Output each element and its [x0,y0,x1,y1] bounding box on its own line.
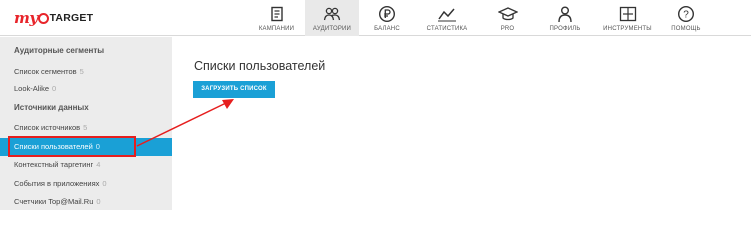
sidebar-item-label: Счетчики Top@Mail.Ru [14,197,94,206]
annotation-highlight-box [8,136,136,157]
top-bar: my TARGET КАМПАНИИ АУДИТОРИИ БАЛАНС СТАТ… [0,0,751,36]
sidebar-item-label: Контекстный таргетинг [14,160,94,169]
nav-label: ПОМОЩЬ [671,26,701,32]
nav-audiences[interactable]: АУДИТОРИИ [305,0,359,36]
nav-help[interactable]: ? ПОМОЩЬ [661,0,711,36]
sidebar-item-app-events[interactable]: События в приложениях 0 [14,179,107,188]
nav-balance[interactable]: БАЛАНС [359,0,415,36]
statistics-icon [437,5,457,23]
sidebar: Аудиторные сегменты Список сегментов 5 Lo… [0,37,172,210]
nav-pro[interactable]: PRO [479,0,536,36]
mytarget-logo[interactable]: my TARGET [14,9,93,27]
svg-text:?: ? [683,10,689,21]
page-title: Списки пользователей [194,59,326,73]
nav-campaigns[interactable]: КАМПАНИИ [248,0,305,36]
sidebar-item-count: 4 [96,160,101,169]
sidebar-section-data-sources: Источники данных [14,103,89,112]
nav-label: КАМПАНИИ [258,26,295,32]
nav-label: БАЛАНС [374,26,400,32]
sidebar-item-count: 0 [52,84,57,93]
sidebar-section-audience-segments: Аудиторные сегменты [14,46,105,55]
sidebar-item-label: События в приложениях [14,179,100,188]
sidebar-item-segment-list[interactable]: Список сегментов 5 [14,67,84,76]
sidebar-item-count: 5 [83,123,88,132]
nav-label: PRO [500,26,515,32]
sidebar-item-label: Look-Alike [14,84,50,93]
nav-label: ИНСТРУМЕНТЫ [603,26,652,32]
logo-my: my [14,9,38,27]
sidebar-item-look-alike[interactable]: Look-Alike 0 [14,84,56,93]
main-nav: КАМПАНИИ АУДИТОРИИ БАЛАНС СТАТИСТИКА PRO [248,0,711,36]
sidebar-item-context-targeting[interactable]: Контекстный таргетинг 4 [14,160,100,169]
tools-icon [618,5,638,23]
sidebar-item-count: 0 [102,179,107,188]
sidebar-item-label: Список источников [14,123,81,132]
logo-target: TARGET [49,12,94,24]
graduation-cap-icon [497,5,518,23]
nav-profile[interactable]: ПРОФИЛЬ [536,0,594,36]
sidebar-item-count: 5 [79,67,84,76]
target-logo-icon [37,12,49,24]
audiences-icon [322,5,342,23]
sidebar-item-label: Список сегментов [14,67,77,76]
sidebar-item-source-list[interactable]: Список источников 5 [14,123,87,132]
help-icon: ? [676,5,696,23]
nav-label: СТАТИСТИКА [426,26,468,32]
sidebar-item-count: 0 [96,197,101,206]
nav-label: АУДИТОРИИ [312,26,352,32]
profile-icon [555,5,575,23]
nav-statistics[interactable]: СТАТИСТИКА [415,0,479,36]
sidebar-item-top-mail-counters[interactable]: Счетчики Top@Mail.Ru 0 [14,197,101,206]
ruble-icon [377,5,397,23]
campaigns-icon [267,5,287,23]
upload-list-button[interactable]: ЗАГРУЗИТЬ СПИСОК [193,81,275,98]
main-content: Списки пользователей ЗАГРУЗИТЬ СПИСОК [172,37,751,210]
nav-label: ПРОФИЛЬ [549,26,581,32]
nav-tools[interactable]: ИНСТРУМЕНТЫ [594,0,661,36]
